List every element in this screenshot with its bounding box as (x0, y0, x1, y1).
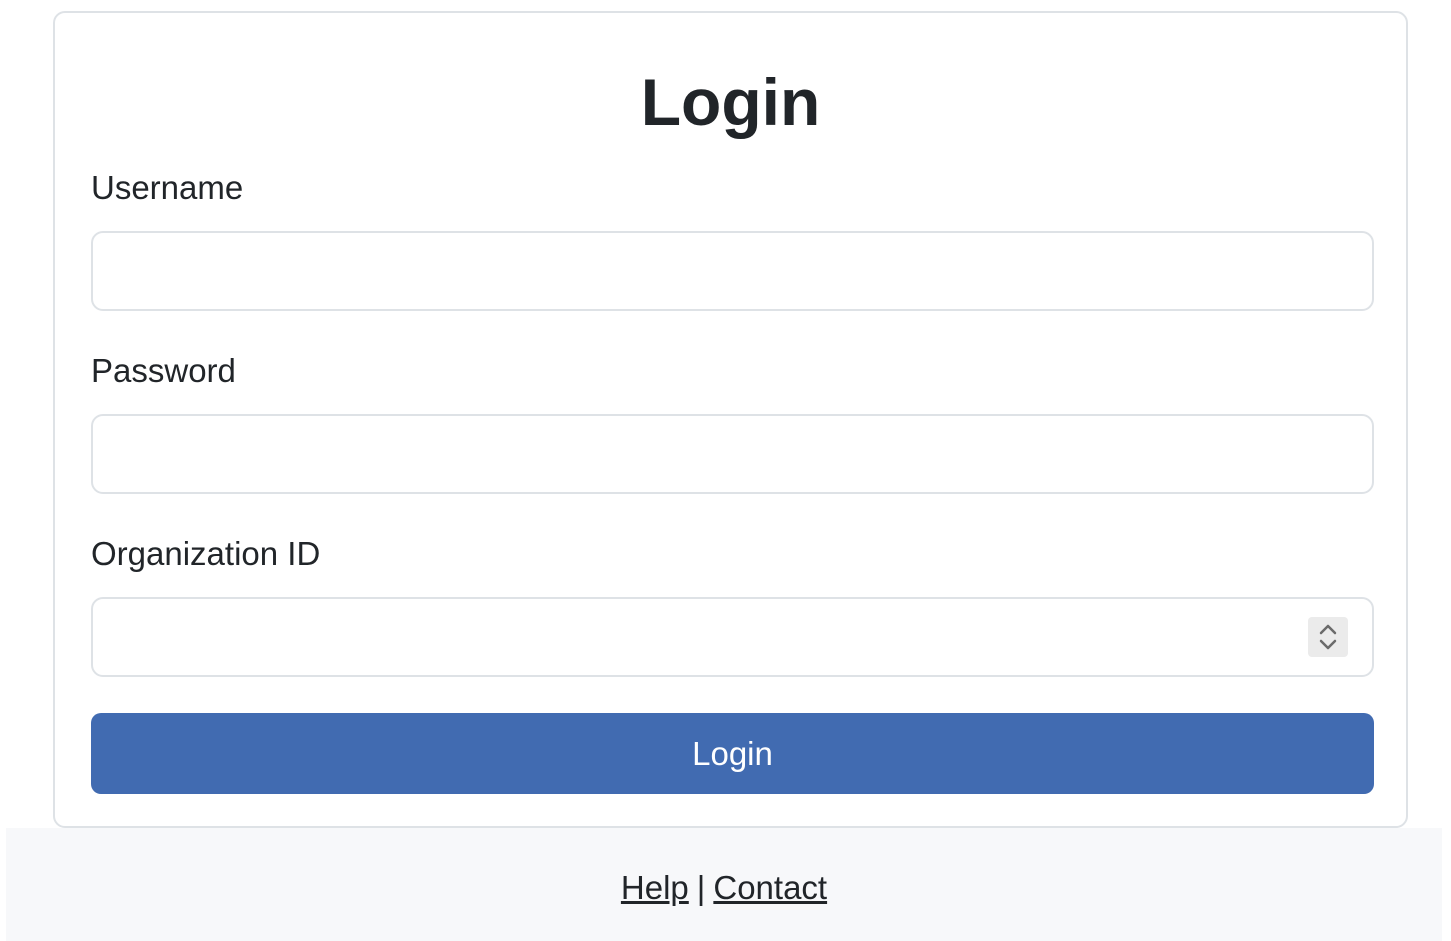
login-button[interactable]: Login (91, 713, 1374, 794)
organization-id-input[interactable] (91, 597, 1374, 677)
contact-link[interactable]: Contact (713, 869, 827, 906)
login-card: Login Username Password Organization ID … (53, 11, 1408, 828)
page-title: Login (640, 65, 821, 139)
password-input[interactable] (91, 414, 1374, 494)
username-label: Username (91, 169, 244, 206)
help-link[interactable]: Help (621, 869, 689, 906)
username-input[interactable] (91, 231, 1374, 311)
up-down-chevron-icon[interactable] (1308, 617, 1348, 657)
footer: Help | Contact (6, 828, 1442, 941)
organization-id-label: Organization ID (91, 535, 321, 572)
password-label: Password (91, 352, 236, 389)
footer-separator: | (696, 869, 706, 906)
organization-id-field (91, 597, 1374, 677)
